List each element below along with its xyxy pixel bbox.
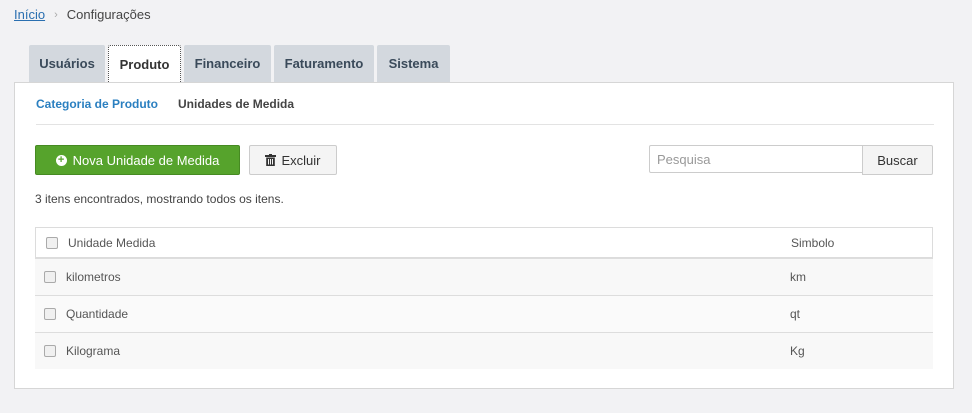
row-checkbox[interactable] <box>44 345 56 357</box>
select-all-checkbox[interactable] <box>46 236 58 249</box>
subtabs: Categoria de Produto Unidades de Medida <box>36 83 934 125</box>
unit-name: kilometros <box>66 270 121 284</box>
column-header-unit: Unidade Medida <box>68 235 156 250</box>
table-row[interactable]: kilometros km <box>35 258 933 295</box>
new-unit-button[interactable]: + Nova Unidade de Medida <box>35 145 240 175</box>
tab-sistema[interactable]: Sistema <box>377 45 450 82</box>
trash-icon <box>265 154 277 166</box>
unit-symbol: qt <box>790 307 801 321</box>
chevron-right-icon: › <box>54 8 58 21</box>
unit-name: Kilograma <box>66 344 121 358</box>
delete-label: Excluir <box>281 152 321 168</box>
breadcrumb-current: Configurações <box>66 7 151 22</box>
main-tabs: Usuários Produto Financeiro Faturamento … <box>29 45 453 83</box>
subtab-categoria-produto[interactable]: Categoria de Produto <box>36 97 158 111</box>
content-panel: Categoria de Produto Unidades de Medida … <box>14 82 954 389</box>
plus-circle-icon: + <box>55 154 67 166</box>
unit-symbol: km <box>790 270 806 284</box>
column-header-symbol: Simbolo <box>791 235 835 250</box>
search-input[interactable] <box>649 145 863 173</box>
search-button[interactable]: Buscar <box>862 145 933 175</box>
row-checkbox[interactable] <box>44 308 56 320</box>
row-checkbox[interactable] <box>44 271 56 283</box>
tab-usuarios[interactable]: Usuários <box>29 45 105 82</box>
table-header: Unidade Medida Simbolo <box>35 227 933 258</box>
delete-button[interactable]: Excluir <box>249 145 337 175</box>
subtab-unidades-medida[interactable]: Unidades de Medida <box>178 97 294 111</box>
table-row[interactable]: Quantidade qt <box>35 295 933 332</box>
tab-faturamento[interactable]: Faturamento <box>274 45 374 82</box>
table-row[interactable]: Kilograma Kg <box>35 332 933 369</box>
breadcrumb: Início › Configurações <box>14 7 151 22</box>
tab-produto[interactable]: Produto <box>108 45 181 83</box>
new-unit-label: Nova Unidade de Medida <box>72 152 220 168</box>
unit-symbol: Kg <box>790 344 805 358</box>
result-count-text: 3 itens encontrados, mostrando todos os … <box>35 192 284 206</box>
tab-financeiro[interactable]: Financeiro <box>184 45 271 82</box>
units-table: Unidade Medida Simbolo kilometros km Qua… <box>35 227 933 369</box>
breadcrumb-home-link[interactable]: Início <box>14 7 45 22</box>
unit-name: Quantidade <box>66 307 129 321</box>
